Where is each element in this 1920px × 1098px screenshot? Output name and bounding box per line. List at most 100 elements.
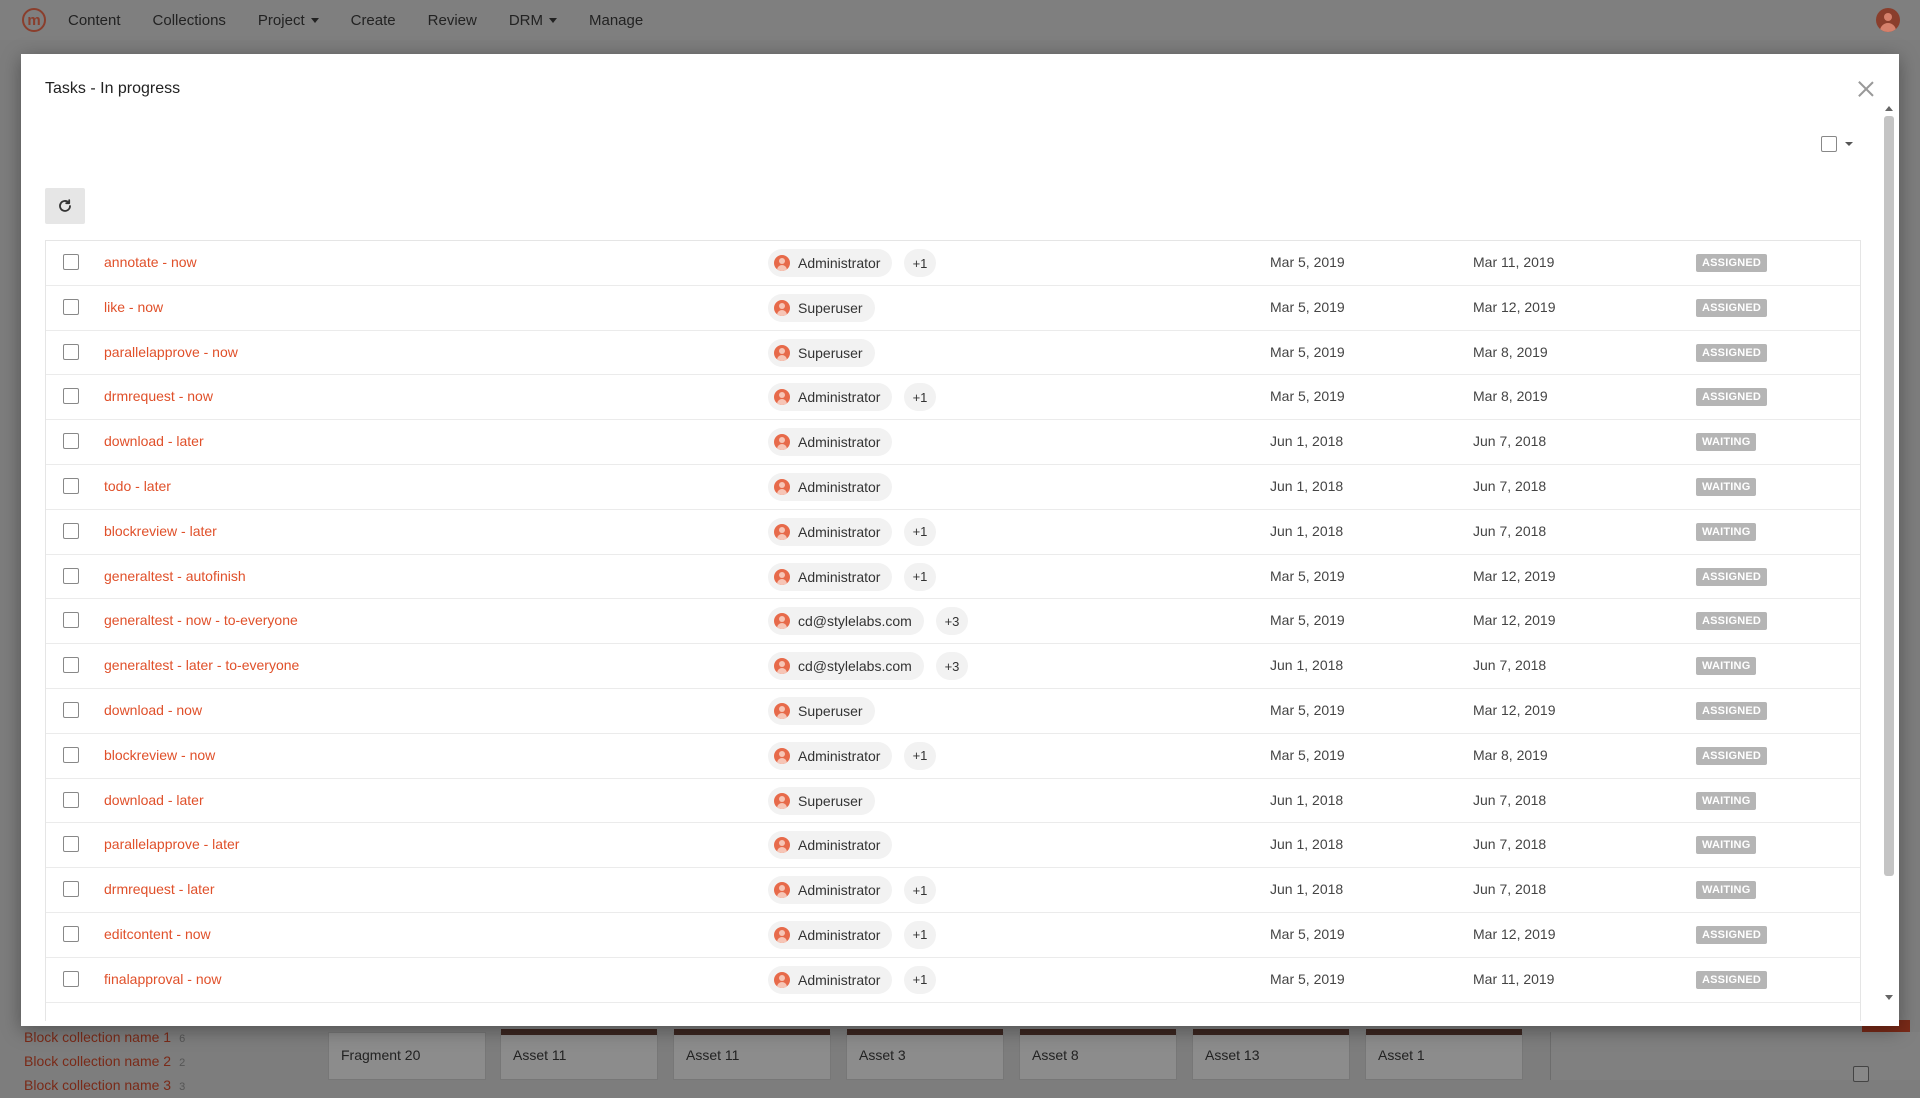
task-name-link[interactable]: generaltest - later - to-everyone bbox=[104, 657, 299, 673]
assignee-chip[interactable]: Administrator bbox=[768, 831, 893, 860]
row-checkbox[interactable] bbox=[63, 433, 79, 450]
refresh-button[interactable] bbox=[45, 188, 85, 224]
start-date: Mar 5, 2019 bbox=[1270, 925, 1345, 942]
task-name-link[interactable]: todo - later bbox=[104, 478, 171, 494]
nav-item-drm[interactable]: DRM bbox=[509, 12, 557, 29]
row-checkbox[interactable] bbox=[63, 254, 79, 270]
extra-assignees-badge[interactable]: +1 bbox=[904, 562, 936, 591]
assignee-chip[interactable]: Superuser bbox=[768, 293, 875, 322]
extra-assignees-badge[interactable]: +1 bbox=[904, 249, 936, 277]
select-all-dropdown[interactable] bbox=[1821, 136, 1853, 152]
row-checkbox[interactable] bbox=[63, 791, 79, 808]
task-name-link[interactable]: generaltest - now - to-everyone bbox=[104, 612, 298, 628]
nav-item-content[interactable]: Content bbox=[68, 12, 121, 29]
task-name-link[interactable]: download - now bbox=[104, 702, 202, 718]
task-name-link[interactable]: editcontent - now bbox=[104, 926, 211, 942]
row-checkbox[interactable] bbox=[63, 746, 79, 763]
row-checkbox[interactable] bbox=[63, 657, 79, 674]
asset-tile[interactable]: Asset 11 bbox=[673, 1029, 831, 1080]
row-checkbox[interactable] bbox=[63, 925, 79, 942]
user-avatar[interactable] bbox=[1876, 8, 1900, 32]
assignee-chip[interactable]: Administrator bbox=[768, 249, 893, 277]
select-all-checkbox[interactable] bbox=[1821, 136, 1837, 152]
assignee-chip[interactable]: Administrator bbox=[768, 383, 893, 412]
assignee-chip[interactable]: Superuser bbox=[768, 696, 875, 725]
nav-item-project[interactable]: Project bbox=[258, 12, 319, 29]
task-name-link[interactable]: annotate - now bbox=[104, 254, 197, 270]
assignee-chip[interactable]: Superuser bbox=[768, 338, 875, 367]
start-date: Jun 1, 2018 bbox=[1270, 836, 1344, 853]
scroll-up-arrow[interactable] bbox=[1885, 106, 1893, 111]
asset-tile[interactable]: Asset 11 bbox=[500, 1029, 658, 1080]
assignee-chip[interactable]: Administrator bbox=[768, 562, 893, 591]
assignee-chip[interactable]: Administrator bbox=[768, 965, 893, 994]
table-row: drmrequest - now Administrator +1 Mar 5, 20… bbox=[46, 375, 1860, 421]
scroll-thumb[interactable] bbox=[1884, 116, 1894, 876]
task-name-link[interactable]: parallelapprove - later bbox=[104, 836, 239, 852]
task-name-link[interactable]: drmrequest - now bbox=[104, 388, 213, 404]
row-checkbox[interactable] bbox=[63, 477, 79, 494]
row-checkbox[interactable] bbox=[63, 522, 79, 539]
due-date: Jun 7, 2018 bbox=[1473, 657, 1547, 674]
asset-tile[interactable]: Fragment 20 bbox=[328, 1032, 486, 1080]
assignee-chip[interactable]: Superuser bbox=[768, 786, 875, 815]
row-checkbox[interactable] bbox=[63, 701, 79, 718]
asset-tile[interactable]: Asset 8 bbox=[1019, 1029, 1177, 1080]
logo[interactable]: m bbox=[22, 8, 46, 32]
task-name-link[interactable]: blockreview - later bbox=[104, 523, 217, 539]
task-name-link[interactable]: generaltest - autofinish bbox=[104, 568, 246, 584]
assignee-chip[interactable]: Administrator bbox=[768, 472, 893, 501]
extra-assignees-badge[interactable]: +1 bbox=[904, 920, 936, 949]
assignee-name: Administrator bbox=[798, 971, 881, 988]
row-checkbox[interactable] bbox=[63, 612, 79, 629]
row-checkbox[interactable] bbox=[63, 388, 79, 405]
extra-assignees-badge[interactable]: +1 bbox=[904, 517, 936, 546]
row-checkbox[interactable] bbox=[63, 298, 79, 315]
asset-tile[interactable]: Asset 13 bbox=[1192, 1029, 1350, 1080]
extra-assignees-badge[interactable]: +3 bbox=[936, 607, 968, 636]
task-name-link[interactable]: download - later bbox=[104, 792, 204, 808]
chevron-down-icon[interactable] bbox=[1845, 142, 1853, 146]
collection-item[interactable]: Block collection name 2 2 bbox=[24, 1050, 185, 1074]
row-checkbox[interactable] bbox=[63, 836, 79, 853]
row-checkbox[interactable] bbox=[63, 970, 79, 987]
assignee-chip[interactable]: Administrator bbox=[768, 428, 893, 457]
row-checkbox[interactable] bbox=[63, 567, 79, 584]
task-name-link[interactable]: finalapproval - now bbox=[104, 971, 222, 987]
nav-item-create[interactable]: Create bbox=[351, 12, 396, 29]
collection-item[interactable]: Block collection name 3 3 bbox=[24, 1074, 185, 1098]
assignee-chip[interactable]: Administrator bbox=[768, 741, 893, 770]
extra-assignees-badge[interactable]: +1 bbox=[904, 876, 936, 905]
task-name-link[interactable]: like - now bbox=[104, 299, 163, 315]
extra-assignees-badge[interactable]: +3 bbox=[936, 652, 968, 681]
start-date: Mar 5, 2019 bbox=[1270, 298, 1345, 315]
row-checkbox[interactable] bbox=[63, 343, 79, 360]
close-icon[interactable] bbox=[1855, 78, 1877, 100]
task-name-link[interactable]: blockreview - now bbox=[104, 747, 215, 763]
due-date: Mar 12, 2019 bbox=[1473, 567, 1556, 584]
start-date: Mar 5, 2019 bbox=[1270, 254, 1345, 270]
table-row: blockreview - now Administrator +1 Mar 5, 2… bbox=[46, 734, 1860, 779]
row-checkbox[interactable] bbox=[63, 881, 79, 898]
nav-item-review[interactable]: Review bbox=[428, 12, 477, 29]
asset-tile[interactable]: Asset 1 bbox=[1365, 1029, 1523, 1080]
nav-item-collections[interactable]: Collections bbox=[153, 12, 226, 29]
asset-tile[interactable]: Asset 3 bbox=[846, 1029, 1004, 1080]
extra-assignees-badge[interactable]: +1 bbox=[904, 965, 936, 994]
collection-item[interactable]: Block collection name 1 6 bbox=[24, 1026, 185, 1050]
nav-item-manage[interactable]: Manage bbox=[589, 12, 643, 29]
extra-assignees-badge[interactable]: +1 bbox=[904, 383, 936, 412]
task-name-link[interactable]: download - later bbox=[104, 433, 204, 449]
assignee-chip[interactable]: Administrator bbox=[768, 920, 893, 949]
task-name-link[interactable]: drmrequest - later bbox=[104, 881, 214, 897]
task-name-link[interactable]: parallelapprove - now bbox=[104, 344, 238, 360]
refresh-icon bbox=[59, 199, 71, 212]
assignee-chip[interactable]: Administrator bbox=[768, 517, 893, 546]
scroll-down-arrow[interactable] bbox=[1885, 995, 1893, 1000]
scrollbar[interactable] bbox=[1883, 106, 1895, 1000]
assignee-chip[interactable]: Administrator bbox=[768, 876, 893, 905]
assignee-chip[interactable]: cd@stylelabs.com bbox=[768, 607, 924, 636]
extra-assignees-badge[interactable]: +1 bbox=[904, 741, 936, 770]
tasks-table: annotate - now Administrator +1 Mar 5, 2019… bbox=[45, 240, 1861, 1021]
assignee-chip[interactable]: cd@stylelabs.com bbox=[768, 652, 924, 681]
